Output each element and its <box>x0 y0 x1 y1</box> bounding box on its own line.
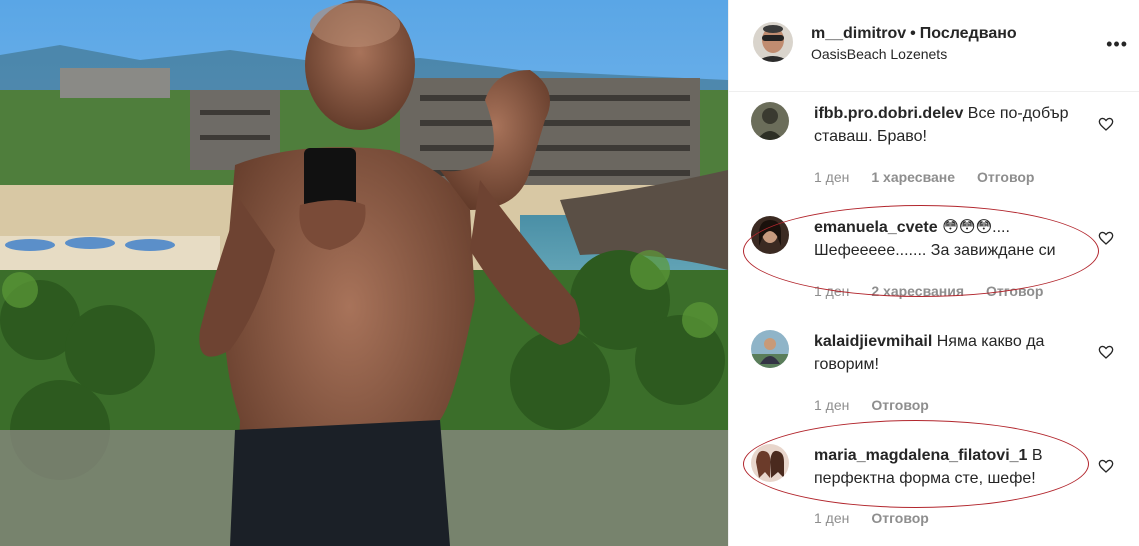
comment-text-block: ifbb.pro.dobri.delev Все по-добър ставаш… <box>814 102 1092 148</box>
follow-button[interactable]: Последвано <box>920 25 1017 42</box>
author-username[interactable]: m__dimitrov <box>811 25 906 42</box>
comment-likes[interactable]: 1 харесване <box>871 169 955 185</box>
commenter-avatar[interactable] <box>751 330 789 368</box>
comment-time[interactable]: 1 ден <box>814 169 849 185</box>
commenter-avatar[interactable] <box>751 216 789 254</box>
comment-username[interactable]: ifbb.pro.dobri.delev <box>814 105 963 122</box>
comments-panel: m__dimitrov • Последвано OasisBeach Lozene… <box>728 0 1139 546</box>
reply-button[interactable]: Отговор <box>871 397 928 413</box>
comment-meta: 1 ден Отговор <box>814 510 951 526</box>
comment-text-block: emanuela_cvete 😳😳😳.... Шефеееее....... З… <box>814 216 1092 262</box>
reply-button[interactable]: Отговор <box>977 169 1034 185</box>
post-photo[interactable] <box>0 0 728 546</box>
comment-time[interactable]: 1 ден <box>814 510 849 526</box>
post-image <box>0 0 728 546</box>
commenter-avatar[interactable] <box>751 102 789 140</box>
comment-meta: 1 ден 2 харесвания Отговор <box>814 283 1066 299</box>
heart-icon[interactable] <box>1098 230 1114 246</box>
reply-button[interactable]: Отговор <box>986 283 1043 299</box>
more-options-icon[interactable]: ••• <box>1106 34 1128 55</box>
separator-dot: • <box>910 25 916 42</box>
commenter-avatar[interactable] <box>751 444 789 482</box>
comment-meta: 1 ден Отговор <box>814 397 951 413</box>
comment-likes[interactable]: 2 харесвания <box>871 283 964 299</box>
comment-text-block: kalaidjievmihail Няма какво да говорим! <box>814 330 1092 376</box>
reply-button[interactable]: Отговор <box>871 510 928 526</box>
comment-time[interactable]: 1 ден <box>814 283 849 299</box>
heart-icon[interactable] <box>1098 458 1114 474</box>
comment-text-block: maria_magdalena_filatovi_1 В перфектна ф… <box>814 444 1092 490</box>
author-line: m__dimitrov • Последвано <box>811 25 1017 43</box>
comment-time[interactable]: 1 ден <box>814 397 849 413</box>
author-avatar[interactable] <box>753 22 793 62</box>
comment-username[interactable]: maria_magdalena_filatovi_1 <box>814 447 1027 464</box>
comment-meta: 1 ден 1 харесване Отговор <box>814 169 1057 185</box>
heart-icon[interactable] <box>1098 344 1114 360</box>
post-header: m__dimitrov • Последвано OasisBeach Lozene… <box>729 0 1139 92</box>
comment-username[interactable]: kalaidjievmihail <box>814 333 932 350</box>
post-location[interactable]: OasisBeach Lozenets <box>811 46 947 62</box>
heart-icon[interactable] <box>1098 116 1114 132</box>
comment-username[interactable]: emanuela_cvete <box>814 219 938 236</box>
